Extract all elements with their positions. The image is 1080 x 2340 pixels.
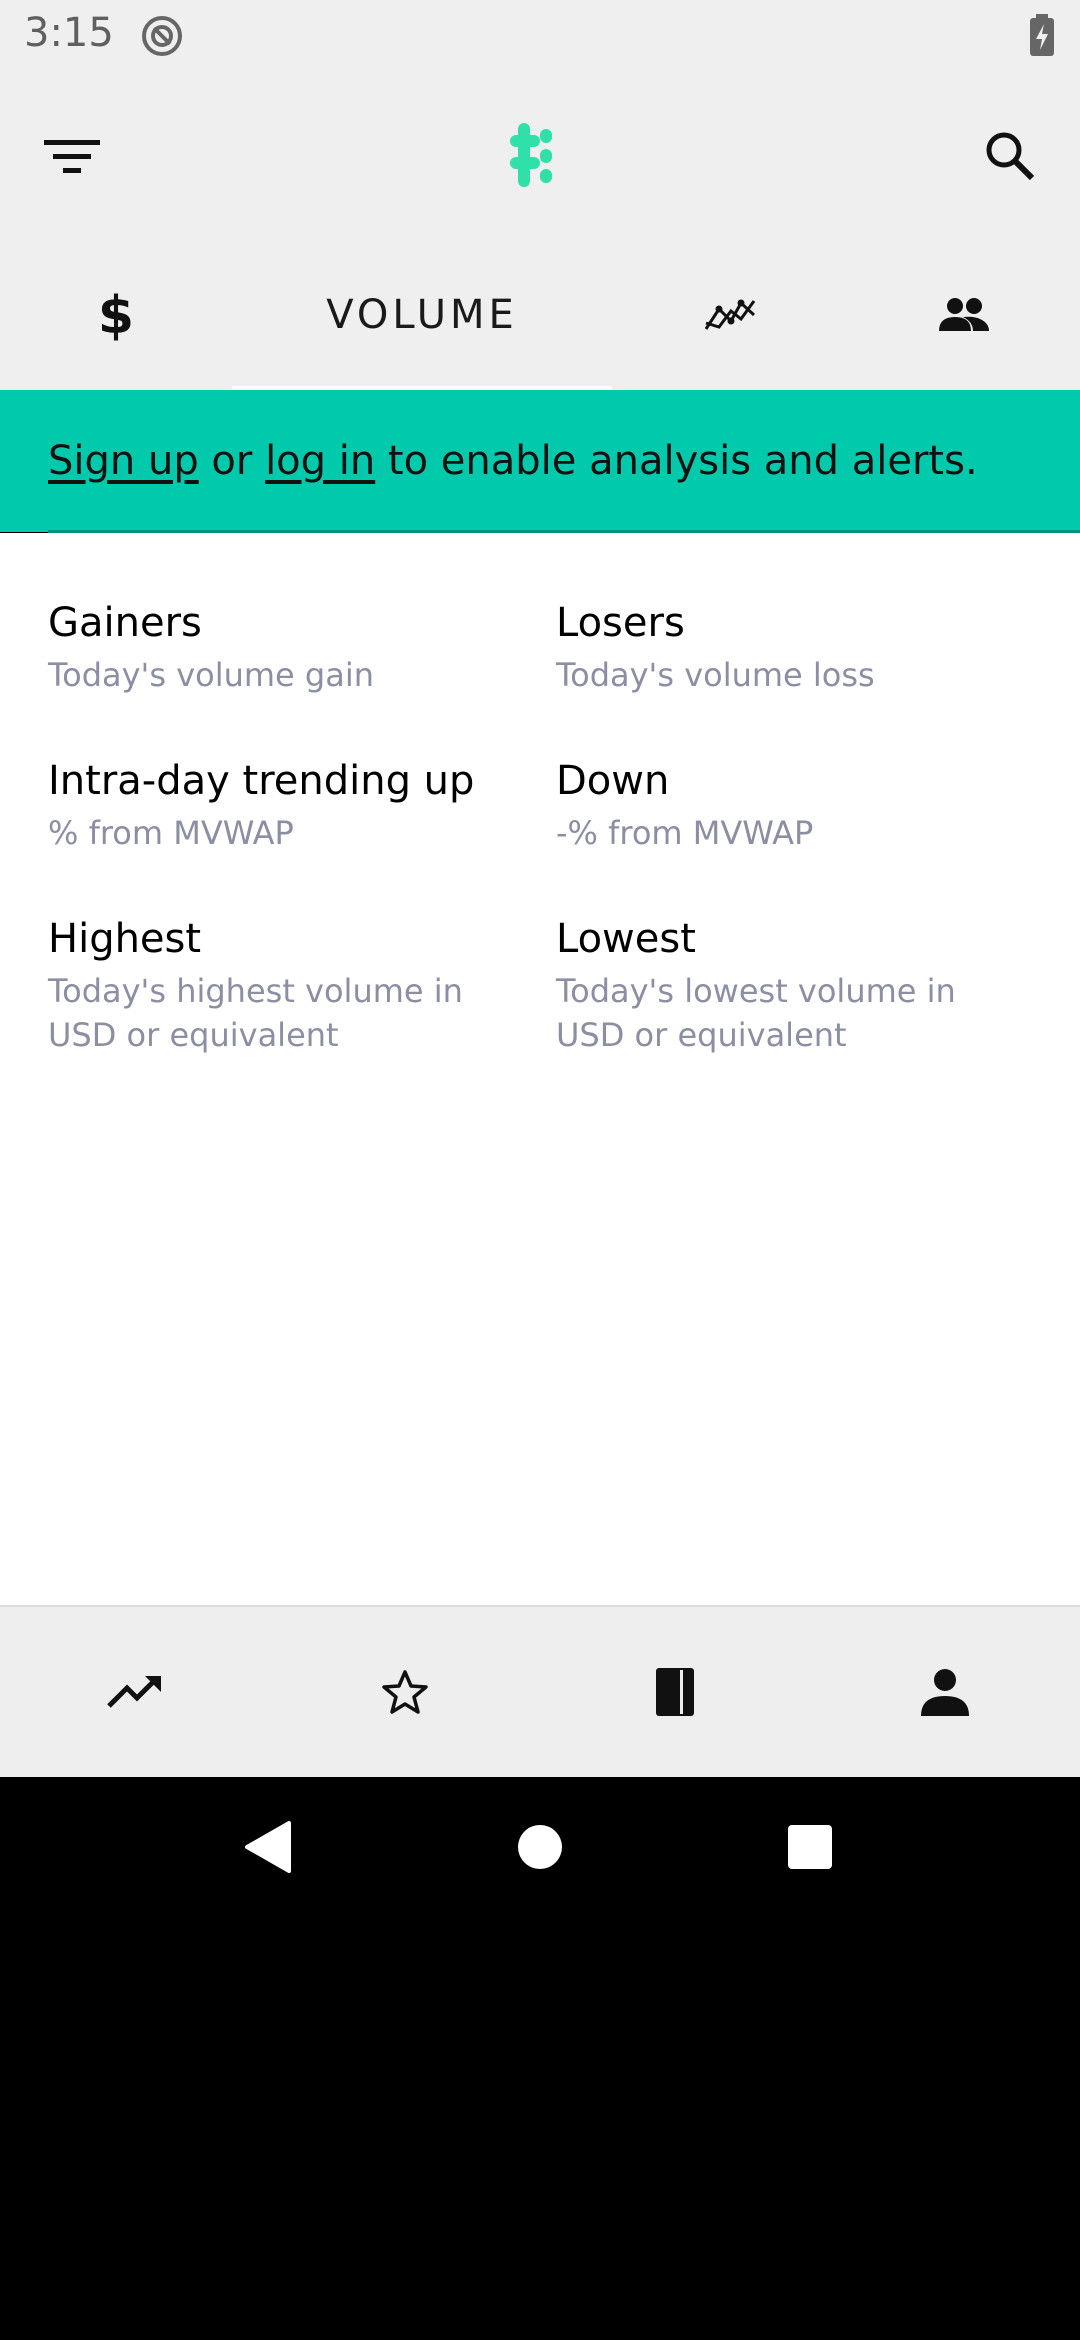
app-logo-icon xyxy=(500,116,580,196)
tab-volume[interactable]: VOLUME xyxy=(232,240,612,390)
option-title: Lowest xyxy=(556,916,696,962)
option-subtitle: Today's highest volume in USD or equival… xyxy=(48,972,463,1054)
back-button[interactable] xyxy=(228,1807,308,1887)
bottom-navigation xyxy=(0,1605,1080,1777)
home-button[interactable] xyxy=(500,1807,580,1887)
sync-icon xyxy=(140,14,184,58)
option-subtitle: Today's volume loss xyxy=(556,656,875,694)
option-highest[interactable]: Highest Today's highest volume in USD or… xyxy=(48,913,518,1057)
nav-news[interactable] xyxy=(540,1607,810,1777)
option-down[interactable]: Down -% from MVWAP xyxy=(556,755,1026,855)
system-navigation-bar xyxy=(0,1777,1080,1917)
filter-button[interactable] xyxy=(38,124,106,188)
sign-up-link[interactable]: Sign up xyxy=(48,438,199,484)
tab-chart[interactable] xyxy=(612,240,848,390)
person-icon xyxy=(921,1669,969,1716)
recent-square-icon xyxy=(788,1825,832,1869)
nav-watchlist[interactable] xyxy=(270,1607,540,1777)
banner-or: or xyxy=(198,438,266,484)
line-chart-icon xyxy=(704,299,756,330)
dollar-icon: $ xyxy=(98,287,134,343)
people-icon xyxy=(939,298,989,331)
nav-markets[interactable] xyxy=(0,1607,270,1777)
banner-text: Sign up or log in to enable analysis and… xyxy=(48,438,978,484)
nav-profile[interactable] xyxy=(810,1607,1080,1777)
option-title: Gainers xyxy=(48,600,202,646)
trending-up-icon xyxy=(107,1676,161,1708)
tab-social[interactable] xyxy=(848,240,1080,390)
tab-usd[interactable]: $ xyxy=(0,240,232,390)
volume-options: Gainers Today's volume gain Losers Today… xyxy=(0,533,1080,1605)
option-subtitle: Today's lowest volume in USD or equivale… xyxy=(556,972,956,1054)
battery-charging-icon xyxy=(1028,14,1056,58)
filter-icon xyxy=(44,140,100,173)
option-gainers[interactable]: Gainers Today's volume gain xyxy=(48,597,518,697)
option-subtitle: Today's volume gain xyxy=(48,656,374,694)
back-triangle-icon xyxy=(245,1821,291,1873)
option-lowest[interactable]: Lowest Today's lowest volume in USD or e… xyxy=(556,913,1026,1057)
option-subtitle: % from MVWAP xyxy=(48,814,294,852)
option-losers[interactable]: Losers Today's volume loss xyxy=(556,597,1026,697)
search-button[interactable] xyxy=(976,124,1044,188)
banner-rest: to enable analysis and alerts. xyxy=(375,438,978,484)
option-trending-up[interactable]: Intra-day trending up % from MVWAP xyxy=(48,755,518,855)
top-app-bar xyxy=(0,72,1080,240)
option-title: Intra-day trending up xyxy=(48,758,475,804)
log-in-link[interactable]: log in xyxy=(265,438,375,484)
home-circle-icon xyxy=(518,1825,562,1869)
option-title: Highest xyxy=(48,916,202,962)
tab-bar: $ VOLUME xyxy=(0,240,1080,390)
option-subtitle: -% from MVWAP xyxy=(556,814,814,852)
screen: 3:15 $ VOLUME Sign up or log in to enabl… xyxy=(0,0,1080,2340)
option-title: Losers xyxy=(556,600,685,646)
status-bar: 3:15 xyxy=(0,0,1080,72)
login-banner: Sign up or log in to enable analysis and… xyxy=(0,390,1080,532)
option-title: Down xyxy=(556,758,670,804)
svg-text:$: $ xyxy=(98,287,134,343)
book-icon xyxy=(656,1668,694,1716)
tab-volume-label: VOLUME xyxy=(326,292,518,338)
star-icon xyxy=(382,1670,428,1714)
search-icon xyxy=(986,132,1035,181)
status-time: 3:15 xyxy=(24,10,114,56)
recent-apps-button[interactable] xyxy=(770,1807,850,1887)
